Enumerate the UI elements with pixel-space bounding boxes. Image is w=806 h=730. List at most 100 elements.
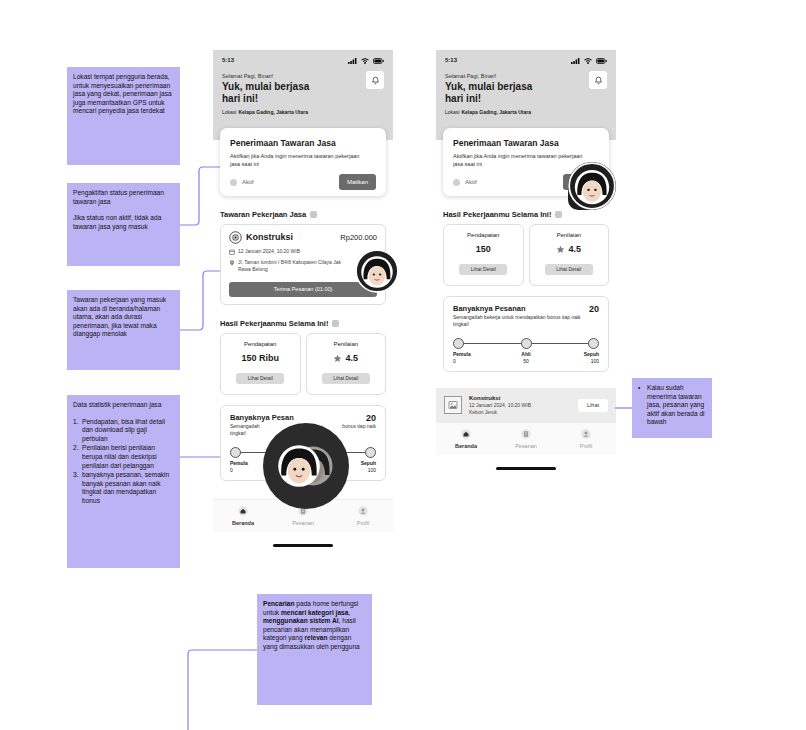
view-button[interactable]: Lihat <box>578 399 608 412</box>
description-text: Semangatlah <box>230 423 259 430</box>
home-icon <box>449 429 483 439</box>
level-label: Sepuh100 <box>550 351 599 364</box>
acceptance-card: Penerimaan Tawaran Jasa Aktifkan jika And… <box>443 128 609 196</box>
acceptance-controls: Aktif Matikan <box>230 174 376 190</box>
detail-button[interactable]: Lihat Detail <box>459 264 507 275</box>
orders-header: Banyaknya Pesan20 <box>230 413 376 423</box>
section-title: Hasil Pekerjaanmu Selama Ini! <box>443 210 551 219</box>
greeting-block: Selamat Pagi, Binari!Yuk, mulai berjasa … <box>222 65 322 116</box>
detail-button[interactable]: Lihat Detail <box>545 264 593 275</box>
location-value: Kelapa Gading, Jakarta Utara <box>461 109 530 115</box>
nav-item[interactable]: Profil <box>346 506 380 527</box>
wifi-icon <box>361 58 369 64</box>
active-order-category: Konstruksi <box>469 394 571 402</box>
stat-label: Penilaian <box>313 340 380 348</box>
section-label: Hasil Pekerjaanmu Selama Ini! <box>220 319 386 328</box>
nav-label: Profil <box>346 519 380 527</box>
note-list-item: 3.banyaknya pesanan, semakin banyak pesa… <box>73 471 174 505</box>
stat-number: 4.5 <box>568 243 581 255</box>
nav-label: Pesanan <box>509 442 543 450</box>
offer-date: 12 Januari 2024, 10:20 WIB <box>229 248 377 255</box>
price: Rp200.000 <box>340 233 377 243</box>
active-order-date: 12 Januari 2024, 10:20 WIB <box>469 402 571 409</box>
level-node <box>521 338 532 349</box>
acceptance-description: Aktifkan jika Anda ingin menerima tawara… <box>453 153 593 168</box>
detail-button[interactable]: Lihat Detail <box>236 373 284 384</box>
headline: Yuk, mulai berjasa hari ini! <box>445 81 545 104</box>
headline: Yuk, mulai berjasa hari ini! <box>222 81 322 104</box>
nav-label: Beranda <box>449 442 483 450</box>
list-text: Kalau sudah menerima tawaran jasa, pesan… <box>647 384 706 427</box>
active-order: Konstruksi12 Januari 2024, 10:20 WIBKebo… <box>436 388 616 422</box>
offer-note: Tawaran pekerjaan yang masuk akan ada di… <box>67 290 180 370</box>
deactivate-button[interactable]: Matikan <box>339 174 376 190</box>
orders-title: Banyaknya Pesanan <box>453 304 526 314</box>
level-node-cell <box>550 338 599 349</box>
stat-value: 4.5 <box>536 243 603 255</box>
stat-label: Penilaian <box>536 231 603 239</box>
category-name: Konstruksi <box>246 232 293 243</box>
stat-card: Pendapatan150 RibuLihat Detail <box>220 333 301 395</box>
orders-count: 20 <box>589 304 599 314</box>
list-marker: 2. <box>73 444 82 470</box>
nav-item[interactable]: Beranda <box>226 506 260 527</box>
acceptance-title: Penerimaan Tawaran Jasa <box>230 138 376 149</box>
detail-button[interactable]: Lihat Detail <box>322 373 370 384</box>
level-node-cell <box>502 338 551 349</box>
list-marker: • <box>638 384 647 427</box>
stat-card: Penilaian 4.5 Lihat Detail <box>529 224 610 286</box>
note-text: mencari kategori jasa <box>281 609 348 616</box>
level-node <box>365 447 376 458</box>
nav-item[interactable]: Beranda <box>449 429 483 450</box>
list-marker: 3. <box>73 471 82 505</box>
address-line: Rawa Belong <box>238 266 341 273</box>
offer-category: Konstruksi <box>229 231 293 244</box>
stat-value: 4.5 <box>313 352 380 364</box>
category-icon <box>229 231 242 244</box>
wifi-icon <box>584 58 592 64</box>
acceptance-title: Penerimaan Tawaran Jasa <box>453 138 599 149</box>
star-icon <box>556 245 565 254</box>
level-labels: Pemula0Ahli50Sepuh100 <box>453 349 599 364</box>
nav-item[interactable]: Pesanan <box>509 429 543 450</box>
note-list-item: 2.Penilaian berisi penilaian berupa nila… <box>73 444 174 470</box>
profile-icon <box>569 429 603 439</box>
status-time: 5:13 <box>445 56 457 65</box>
battery-icon <box>596 58 607 64</box>
list-text: banyaknya pesanan, semakin banyak pesana… <box>82 471 174 505</box>
orders-count: 20 <box>366 413 376 423</box>
home-icon <box>226 506 260 516</box>
touch-avatar-icon <box>263 423 349 509</box>
stat-card: Pendapatan150Lihat Detail <box>443 224 524 286</box>
note-list: 1.Pendapatan, bisa lihat detail dan down… <box>73 418 174 506</box>
note-text: , <box>348 609 352 616</box>
stats-row: Pendapatan150 RibuLihat DetailPenilaian4… <box>220 333 386 395</box>
activation-note: Pengaktifan status penerimaan tawaran ja… <box>67 183 180 266</box>
radio-dot[interactable] <box>230 179 237 186</box>
nav-item[interactable]: Profil <box>569 429 603 450</box>
accept-button[interactable]: Terima Pesanan (01:00) <box>229 282 377 297</box>
radio-label: Aktif <box>242 178 254 186</box>
radio-dot[interactable] <box>453 179 460 186</box>
location: LokasiKelapa Gading, Jakarta Utara <box>445 109 545 116</box>
active-radio[interactable]: Aktif <box>230 178 254 186</box>
location-label: Lokasi <box>222 109 236 115</box>
nav-item[interactable]: Pesanan <box>286 506 320 527</box>
level-nodes <box>453 338 599 349</box>
stat-number: 4.5 <box>345 352 358 364</box>
notification-button[interactable] <box>366 71 384 89</box>
calendar-icon <box>229 248 235 255</box>
active-radio[interactable]: Aktif <box>453 178 477 186</box>
stats-row: Pendapatan150Lihat Detail Penilaian 4.5 Lih… <box>443 224 609 286</box>
greeting-block: Selamat Pagi, Binari!Yuk, mulai berjasa … <box>445 65 545 116</box>
status-bar: 5:13 <box>445 56 607 65</box>
location-label: Lokasi <box>445 109 459 115</box>
offer-address: Jl. Taman lumbini I B4/8 Kabupaten Cilay… <box>229 259 377 273</box>
location: LokasiKelapa Gading, Jakarta Utara <box>222 109 322 116</box>
app-header: 5:13Selamat Pagi, Binari!Yuk, mulai berj… <box>436 50 616 140</box>
design-canvas: Lokasi tempat pengguna berada, untuk men… <box>0 0 806 730</box>
notification-button[interactable] <box>589 71 607 89</box>
stat-value: 150 Ribu <box>227 352 294 364</box>
note-list-item: •Kalau sudah menerima tawaran jasa, pesa… <box>638 384 706 427</box>
info-icon <box>332 320 339 327</box>
